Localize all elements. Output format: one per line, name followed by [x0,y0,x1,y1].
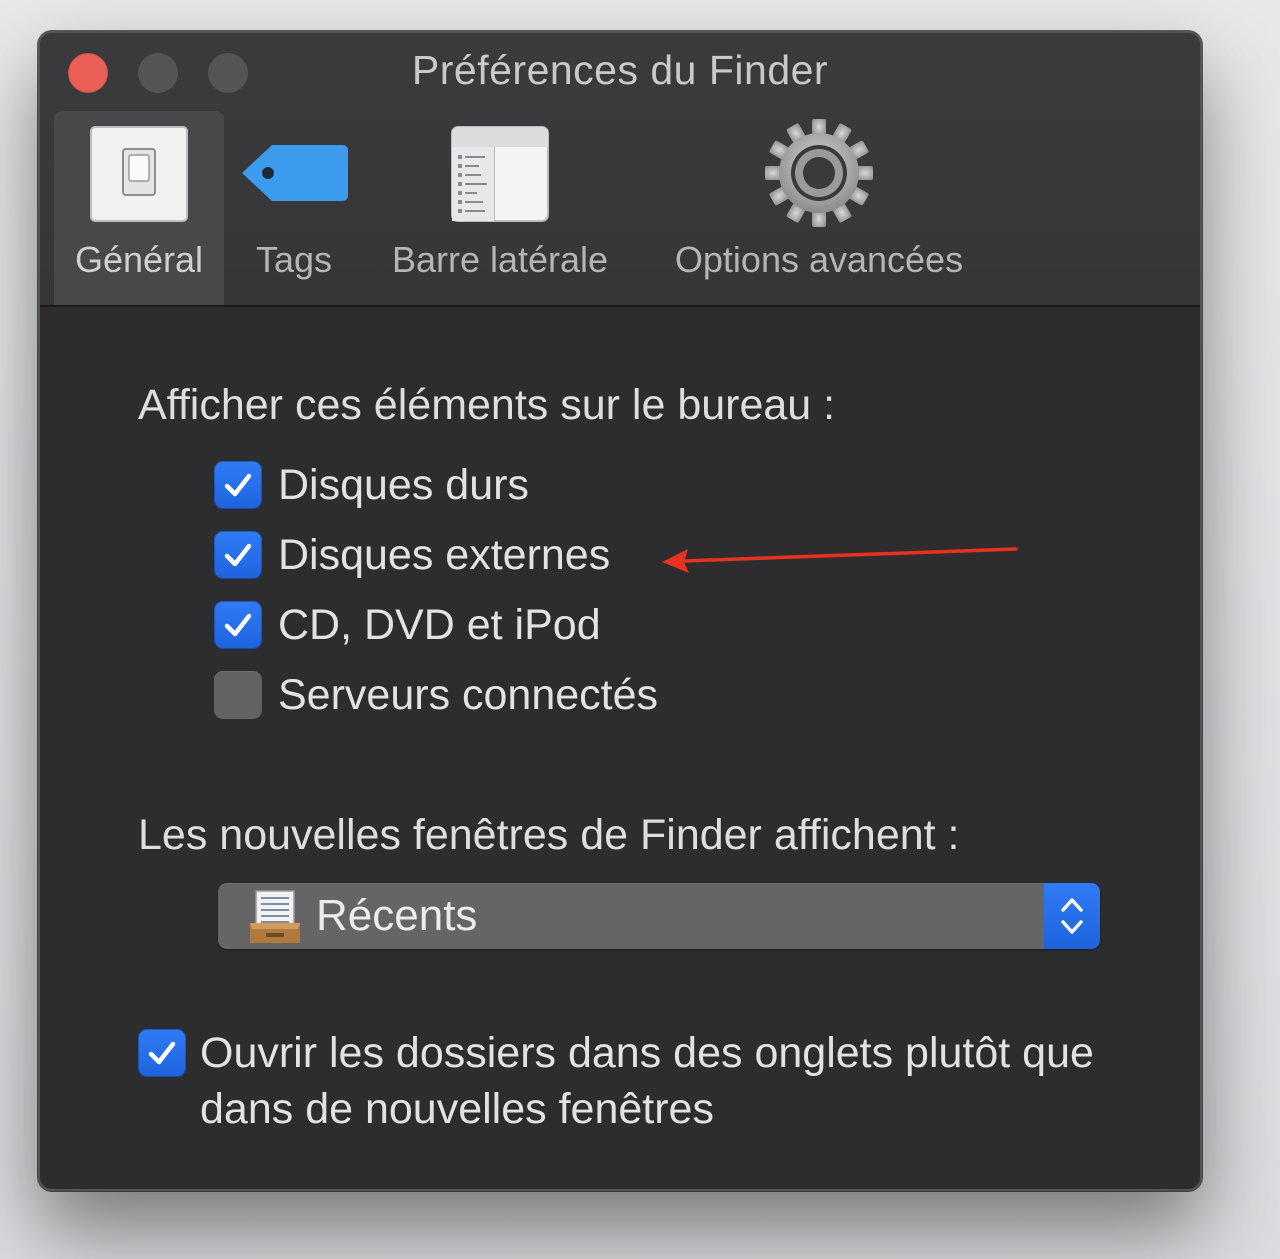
tab-sidebar[interactable]: Barre latérale [374,111,626,305]
option-connected-servers[interactable]: Serveurs connectés [214,669,658,721]
gear-icon [763,119,875,238]
new-windows-selected: Récents [316,891,478,940]
popup-stepper[interactable] [1044,883,1100,949]
external-disks-label: Disques externes [278,530,611,579]
annotation-arrow [662,547,1018,573]
checkmark-icon [224,473,252,497]
desktop-items-heading: Afficher ces éléments sur le bureau : [138,381,836,429]
recents-icon [248,889,302,950]
option-external-disks[interactable]: Disques externes [214,529,610,581]
open-in-tabs-checkbox[interactable] [138,1029,186,1077]
connected-servers-checkbox[interactable] [214,671,262,719]
tab-general[interactable]: Général [54,111,224,305]
connected-servers-label: Serveurs connectés [278,670,659,719]
option-open-in-tabs[interactable]: Ouvrir les dossiers dans des onglets plu… [138,1025,1120,1137]
option-cd-dvd-ipod[interactable]: CD, DVD et iPod [214,599,601,651]
tab-tags-label: Tags [255,239,333,280]
checkmark-icon [224,543,252,567]
new-windows-heading: Les nouvelles fenêtres de Finder affiche… [138,811,960,859]
tab-sidebar-label: Barre latérale [391,239,609,280]
toolbar: Préférences du Finder Général Tags Barre… [40,33,1200,307]
hard-disks-label: Disques durs [278,460,529,509]
cd-dvd-ipod-label: CD, DVD et iPod [278,600,601,649]
tab-tags[interactable]: Tags [232,111,356,305]
checkmark-icon [224,613,252,637]
tab-advanced-label: Options avancées [674,239,964,280]
general-pane: Afficher ces éléments sur le bureau : Di… [40,307,1200,1189]
tab-general-label: Général [74,239,204,280]
finder-preferences-window: Préférences du Finder Général Tags Barre… [38,31,1202,1191]
sidebar-icon [450,123,550,232]
tab-advanced[interactable]: Options avancées [650,111,988,305]
general-switch-icon [89,123,189,232]
open-in-tabs-label: Ouvrir les dossiers dans des onglets plu… [200,1029,1094,1133]
chevron-up-down-icon [1061,898,1083,934]
hard-disks-checkbox[interactable] [214,461,262,509]
external-disks-checkbox[interactable] [214,531,262,579]
checkmark-icon [148,1041,176,1065]
tag-icon [238,123,350,232]
window-title: Préférences du Finder [411,47,829,93]
new-windows-popup[interactable]: Récents [218,883,1100,949]
option-hard-disks[interactable]: Disques durs [214,459,529,511]
cd-dvd-ipod-checkbox[interactable] [214,601,262,649]
